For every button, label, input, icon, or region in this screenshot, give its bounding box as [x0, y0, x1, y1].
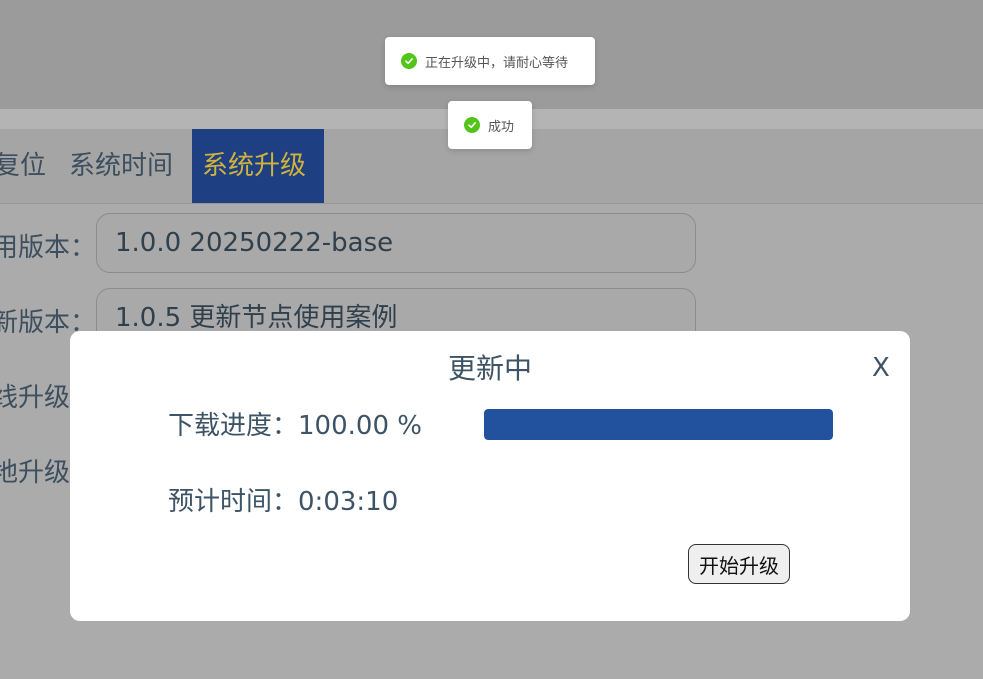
- local-upgrade-label: 地升级: [0, 458, 71, 488]
- online-upgrade-label: 线升级: [0, 383, 71, 413]
- estimated-time-label: 预计时间：: [168, 487, 299, 517]
- close-icon[interactable]: X: [872, 353, 890, 383]
- tab-reset[interactable]: 复位: [0, 129, 46, 203]
- start-upgrade-button[interactable]: 开始升级: [688, 544, 790, 584]
- download-progress-fill: [484, 409, 833, 440]
- toast-message: 成功: [488, 119, 515, 135]
- modal-title: 更新中: [447, 352, 532, 385]
- estimated-time-value: 0:03:10: [298, 487, 399, 517]
- upgrading-toast: 正在升级中，请耐心等待: [385, 37, 595, 85]
- update-modal: 更新中 X 下载进度：100.00 % 预计时间：0:03:10 开始升级: [70, 331, 910, 621]
- download-progress-row: 下载进度：100.00 %: [168, 405, 422, 442]
- download-progress-label: 下载进度：: [168, 411, 299, 441]
- tab-system-upgrade[interactable]: 系统升级: [192, 129, 324, 203]
- download-progress-bar: [484, 409, 833, 440]
- tab-system-time[interactable]: 系统时间: [69, 129, 173, 203]
- current-version-label: 用版本：: [0, 233, 97, 263]
- check-circle-icon: [464, 117, 480, 133]
- estimated-time-row: 预计时间：0:03:10: [168, 481, 398, 518]
- check-circle-icon: [401, 53, 417, 69]
- current-version-field: 1.0.0 20250222-base: [96, 213, 696, 273]
- success-toast: 成功: [448, 101, 532, 149]
- download-progress-value: 100.00 %: [298, 411, 422, 441]
- toast-message: 正在升级中，请耐心等待: [425, 55, 569, 71]
- page: 复位 系统时间 系统升级 用版本： 1.0.0 20250222-base 新版…: [0, 0, 983, 679]
